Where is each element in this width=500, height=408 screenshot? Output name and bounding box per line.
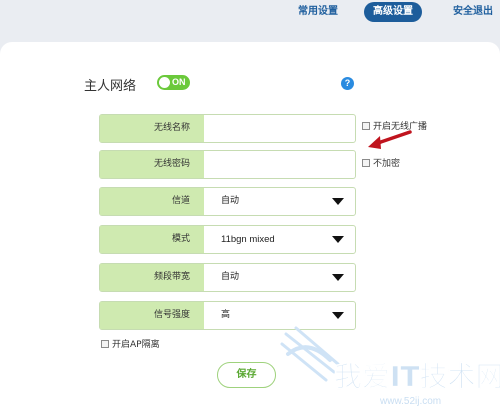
chevron-down-icon[interactable] <box>332 198 344 205</box>
watermark-url: www.52ij.com <box>379 396 441 407</box>
mode-select[interactable]: 模式 11bgn mixed <box>99 225 356 254</box>
nav-logout[interactable]: 安全退出 <box>448 2 498 22</box>
annotation-arrow-icon <box>368 130 412 149</box>
section-title: 主人网络 <box>84 79 137 94</box>
chevron-down-icon[interactable] <box>332 274 344 281</box>
bandwidth-value: 自动 <box>221 272 240 282</box>
no-encryption-option[interactable]: 不加密 <box>362 157 400 171</box>
watermark-logo: 我爱IT技术网 www.52ij.com <box>280 326 500 407</box>
toggle-knob <box>159 77 170 88</box>
chevron-down-icon[interactable] <box>332 236 344 243</box>
bandwidth-label: 频段带宽 <box>100 264 204 291</box>
channel-label: 信道 <box>100 188 204 215</box>
signal-strength-label: 信号强度 <box>100 302 204 329</box>
nav-common-settings[interactable]: 常用设置 <box>293 2 343 22</box>
watermark-brand: 我爱IT技术网 <box>334 360 500 393</box>
ssid-field[interactable]: 无线名称 <box>99 114 356 143</box>
no-encryption-label: 不加密 <box>373 159 401 169</box>
bandwidth-select[interactable]: 频段带宽 自动 <box>99 263 356 292</box>
ap-isolation-option[interactable]: 开启AP隔离 <box>101 338 160 352</box>
mode-label: 模式 <box>100 226 204 253</box>
no-encryption-checkbox[interactable] <box>362 158 370 167</box>
toggle-label: ON <box>172 77 186 87</box>
ap-isolation-checkbox[interactable] <box>101 339 109 348</box>
password-label: 无线密码 <box>100 151 204 178</box>
channel-select[interactable]: 信道 自动 <box>99 187 356 216</box>
password-field[interactable]: 无线密码 <box>99 150 356 179</box>
network-toggle[interactable]: ON <box>157 75 190 90</box>
help-icon[interactable]: ? <box>341 77 354 90</box>
save-button[interactable]: 保存 <box>217 362 276 388</box>
chevron-down-icon[interactable] <box>332 312 344 319</box>
nav-advanced-settings[interactable]: 高级设置 <box>364 2 422 22</box>
ssid-label: 无线名称 <box>100 115 204 142</box>
mode-value: 11bgn mixed <box>221 234 275 245</box>
channel-value: 自动 <box>221 196 240 206</box>
top-nav: 常用设置 高级设置 安全退出 <box>0 0 500 26</box>
ap-isolation-label: 开启AP隔离 <box>112 340 160 350</box>
signal-strength-value: 高 <box>221 310 231 320</box>
